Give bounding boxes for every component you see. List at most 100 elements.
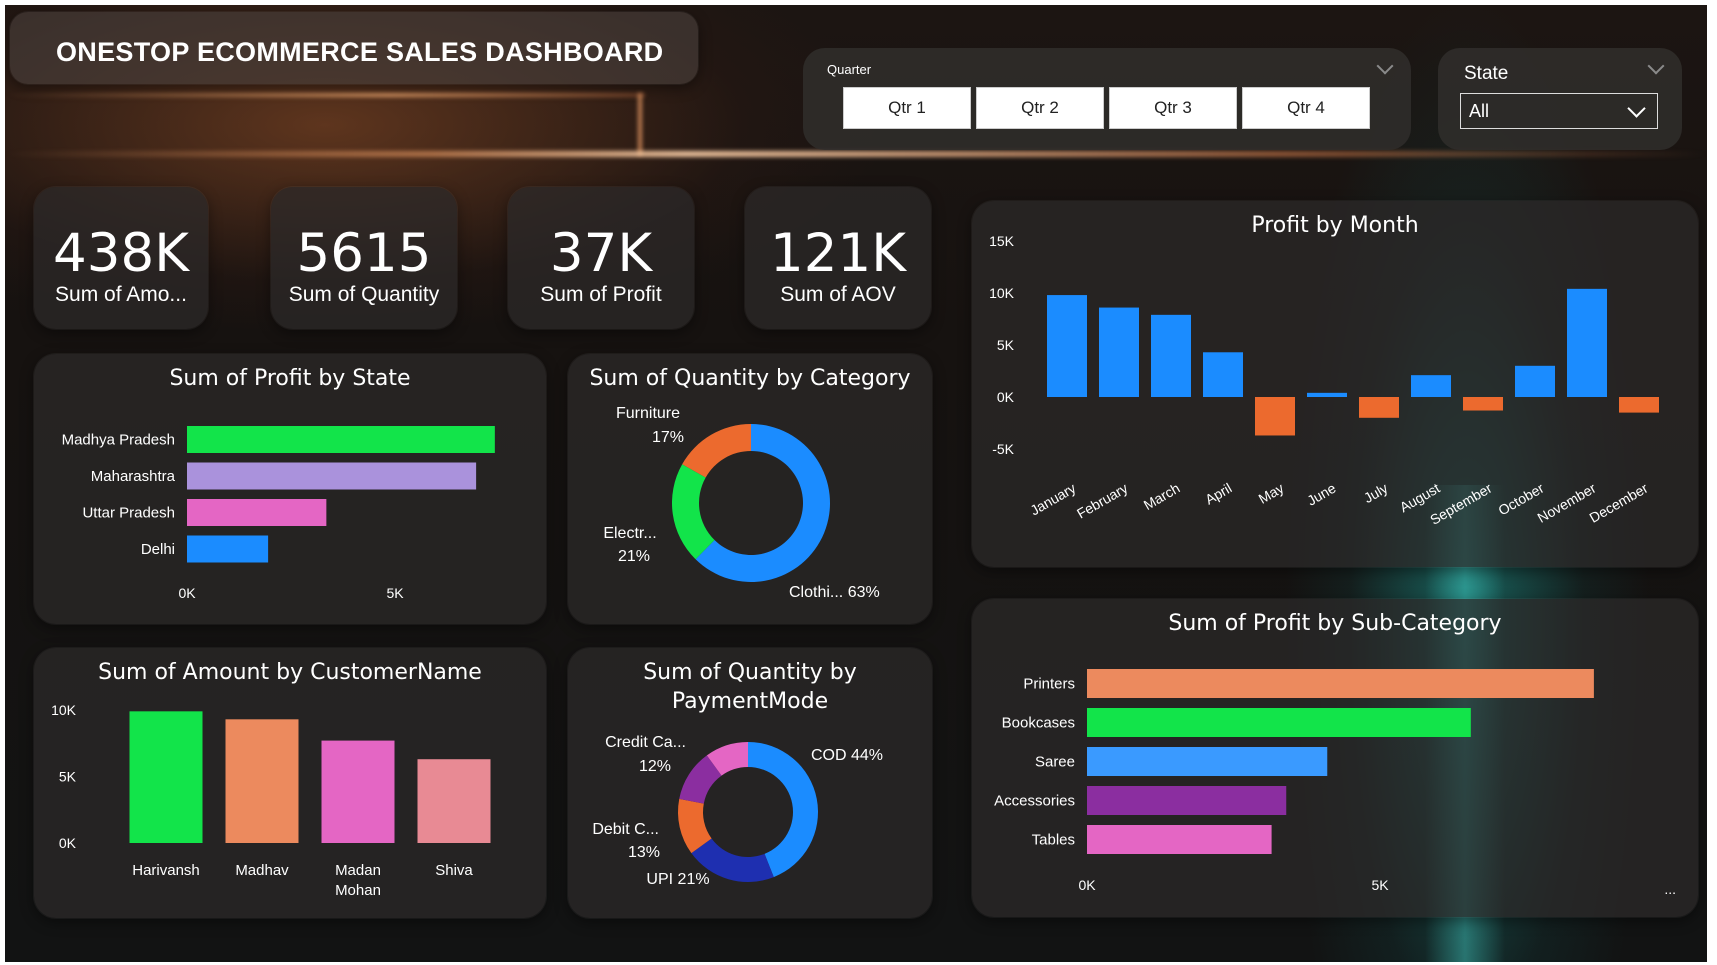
kpi-value: 121K bbox=[770, 223, 906, 284]
bar bbox=[1411, 375, 1451, 397]
category-label: Printers bbox=[1023, 676, 1075, 693]
category-label: Accessories bbox=[994, 793, 1075, 810]
bar bbox=[129, 711, 203, 843]
bar bbox=[1151, 314, 1191, 397]
y-tick-label: 10K bbox=[51, 702, 77, 718]
category-label: Madan bbox=[335, 862, 381, 879]
quarter-option-qtr3[interactable]: Qtr 3 bbox=[1109, 87, 1237, 129]
y-tick-label: 0K bbox=[997, 389, 1015, 405]
category-label: Shiva bbox=[435, 862, 473, 879]
category-label: February bbox=[1074, 480, 1131, 522]
quantity-by-paymentmode-card[interactable]: Sum of Quantity by PaymentMode COD 44% Cr… bbox=[568, 648, 932, 918]
bar bbox=[1087, 708, 1471, 737]
x-tick-label: 5K bbox=[1371, 877, 1389, 893]
quantity-by-category-card[interactable]: Sum of Quantity by Category Furniture 17%… bbox=[568, 354, 932, 624]
category-label: Maharashtra bbox=[91, 468, 176, 485]
bar bbox=[1047, 295, 1087, 397]
profit-by-month-chart: -5K 0K 5K 10K 15K JanuaryFebruary March April Ma… bbox=[989, 233, 1659, 528]
data-label: 21% bbox=[618, 548, 650, 565]
kpi-label: Sum of Quantity bbox=[288, 283, 440, 306]
amount-by-customer-chart: 0K 5K 10K Harivansh Madhav Madan Mohan Shiva bbox=[51, 702, 491, 899]
bar bbox=[1515, 365, 1555, 397]
category-label: June bbox=[1304, 480, 1338, 509]
y-tick-label: 5K bbox=[59, 769, 77, 785]
bar bbox=[1255, 397, 1295, 436]
page-title: ONESTOP ECOMMERCE SALES DASHBOARD bbox=[56, 37, 664, 67]
bar bbox=[1359, 397, 1399, 418]
x-tick-label: 0K bbox=[178, 585, 196, 601]
chevron-down-icon[interactable] bbox=[1376, 57, 1394, 75]
quarter-slicer: Quarter Qtr 1 Qtr 2 Qtr 3 Qtr 4 bbox=[803, 48, 1411, 150]
kpi-label: Sum of Amo... bbox=[55, 283, 187, 306]
bar bbox=[187, 462, 477, 490]
category-label: December bbox=[1587, 480, 1651, 526]
profit-by-state-card[interactable]: Sum of Profit by State Madhya Pradesh Mah… bbox=[34, 354, 546, 624]
bar bbox=[187, 499, 327, 526]
y-tick-label: 10K bbox=[989, 285, 1015, 301]
dashboard-canvas: ONESTOP ECOMMERCE SALES DASHBOARD Quarte… bbox=[5, 5, 1707, 962]
bar bbox=[1087, 786, 1287, 815]
kpi-label: Sum of AOV bbox=[780, 283, 896, 306]
category-label: March bbox=[1141, 480, 1183, 513]
category-label: November bbox=[1535, 480, 1599, 526]
decor-glow-line bbox=[638, 93, 642, 155]
category-label: July bbox=[1361, 480, 1391, 506]
data-label: Furniture bbox=[616, 405, 680, 422]
bar bbox=[1567, 288, 1607, 397]
quarter-option-qtr1[interactable]: Qtr 1 bbox=[843, 87, 971, 129]
profit-by-month-card[interactable]: Profit by Month -5K 0K 5K 10K 15K January Febr… bbox=[972, 201, 1698, 567]
data-label: Clothi... 63% bbox=[789, 584, 880, 601]
quarter-option-qtr4[interactable]: Qtr 4 bbox=[1242, 87, 1370, 129]
bar bbox=[1307, 392, 1347, 397]
category-label: Uttar Pradesh bbox=[82, 505, 175, 522]
data-label: 13% bbox=[628, 844, 660, 861]
data-label: UPI 21% bbox=[646, 871, 709, 888]
y-tick-label: 0K bbox=[59, 835, 77, 851]
bar bbox=[187, 426, 495, 453]
data-label: Electr... bbox=[603, 525, 656, 542]
x-tick-label: 5K bbox=[386, 585, 404, 601]
category-label: January bbox=[1027, 480, 1078, 519]
kpi-label: Sum of Profit bbox=[540, 283, 662, 306]
category-label: Madhya Pradesh bbox=[62, 432, 175, 449]
category-label: Madhav bbox=[235, 862, 289, 879]
profit-by-state-chart: Madhya Pradesh Maharashtra Uttar Pradesh De… bbox=[62, 426, 495, 601]
category-label: Delhi bbox=[141, 541, 175, 558]
bar bbox=[1463, 397, 1503, 411]
profit-by-subcategory-chart: Printers Bookcases Saree Accessories Tables 0… bbox=[994, 669, 1594, 893]
quantity-by-paymentmode-chart: COD 44% Credit Ca... 12% Debit C... 13% UPI 2… bbox=[592, 734, 883, 888]
quarter-option-qtr2[interactable]: Qtr 2 bbox=[976, 87, 1104, 129]
state-dropdown[interactable]: All bbox=[1460, 93, 1658, 129]
profit-by-subcategory-card[interactable]: Sum of Profit by Sub-Category Printers Bo… bbox=[972, 599, 1698, 917]
donut-slice bbox=[672, 464, 715, 560]
y-tick-label: 15K bbox=[989, 233, 1015, 249]
bar bbox=[321, 740, 395, 843]
category-label: Harivansh bbox=[132, 862, 200, 879]
category-label: Tables bbox=[1032, 832, 1075, 849]
chevron-down-icon[interactable] bbox=[1647, 57, 1665, 75]
more-options-icon[interactable]: ... bbox=[1664, 881, 1676, 897]
amount-by-customer-card[interactable]: Sum of Amount by CustomerName 0K 5K 10K Har… bbox=[34, 648, 546, 918]
data-label: Debit C... bbox=[592, 821, 659, 838]
kpi-card-quantity[interactable]: 5615 Sum of Quantity bbox=[271, 187, 457, 329]
data-label: Credit Ca... bbox=[605, 734, 686, 751]
category-label: Saree bbox=[1035, 754, 1075, 771]
state-slicer-label: State bbox=[1464, 63, 1509, 84]
state-slicer: State All bbox=[1438, 48, 1682, 150]
kpi-value: 5615 bbox=[296, 223, 432, 284]
x-tick-label: 0K bbox=[1078, 877, 1096, 893]
category-label: May bbox=[1256, 480, 1287, 507]
category-label: April bbox=[1202, 480, 1234, 508]
bar bbox=[1203, 352, 1243, 397]
data-label: 12% bbox=[639, 758, 671, 775]
data-label: COD 44% bbox=[811, 747, 883, 764]
y-tick-label: 5K bbox=[997, 337, 1015, 353]
bar bbox=[1619, 397, 1659, 413]
bar bbox=[225, 719, 299, 843]
kpi-card-amount[interactable]: 438K Sum of Amo... bbox=[34, 187, 208, 329]
title-banner: ONESTOP ECOMMERCE SALES DASHBOARD bbox=[10, 12, 698, 84]
kpi-card-aov[interactable]: 121K Sum of AOV bbox=[745, 187, 931, 329]
bar bbox=[1087, 825, 1272, 854]
kpi-card-profit[interactable]: 37K Sum of Profit bbox=[508, 187, 694, 329]
data-label: 17% bbox=[652, 429, 684, 446]
